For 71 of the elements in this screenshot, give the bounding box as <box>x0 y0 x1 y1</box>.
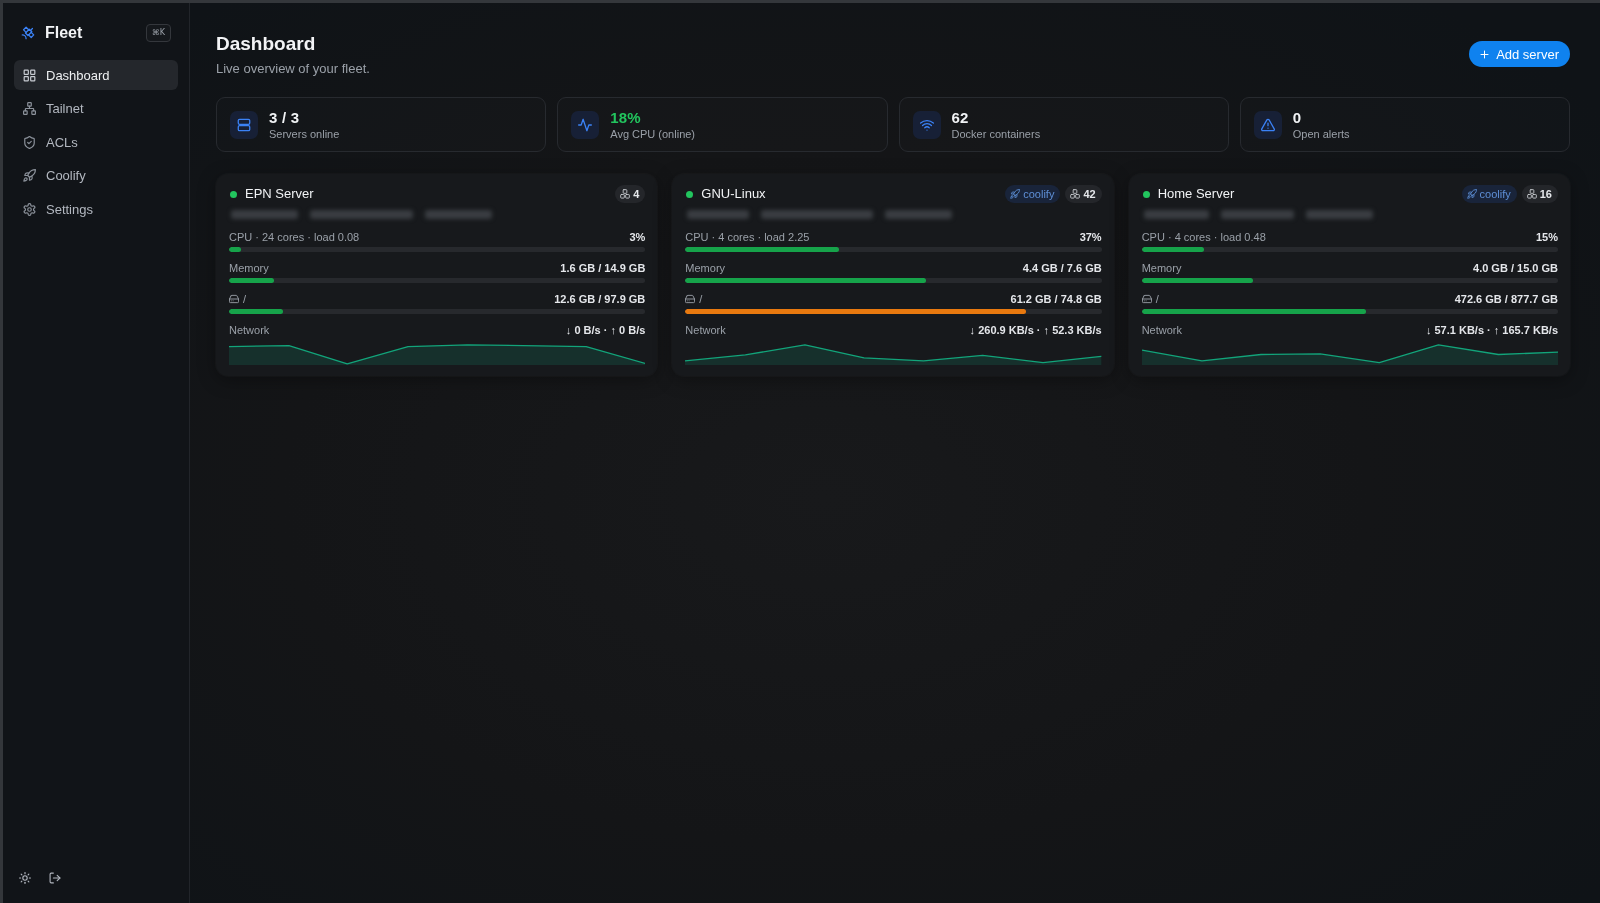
warning-icon <box>1253 110 1282 139</box>
metric-label: Memory <box>685 261 726 275</box>
metric-value: 472.6 GB / 877.7 GB <box>1454 292 1558 306</box>
metric-label: CPU · 4 cores · load 0.48 <box>1141 230 1266 244</box>
network-reading: ↓ 0 B/s · ↑ 0 B/s <box>565 323 646 337</box>
metric-label: Memory <box>1141 261 1182 275</box>
boxes-icon <box>1526 189 1537 199</box>
rocket-icon <box>1466 189 1477 199</box>
server-icon <box>230 110 258 139</box>
metric-value: 3% <box>629 230 646 244</box>
page-title: Dashboard <box>216 32 317 56</box>
network-icon <box>23 102 36 115</box>
sun-icon[interactable] <box>19 872 31 884</box>
tag-label: coolify <box>1479 187 1511 202</box>
metric-value: 4.0 GB / 15.0 GB <box>1473 261 1558 275</box>
brand-name: Fleet <box>45 24 83 42</box>
add-server-button[interactable]: Add server <box>1469 41 1570 67</box>
stat-label: Avg CPU (online) <box>610 127 696 141</box>
metric-label: Network <box>229 323 270 337</box>
nav-item[interactable]: ACLs <box>14 127 178 157</box>
hard-drive-icon <box>229 294 239 304</box>
metric-label: Network <box>685 323 726 337</box>
metric-value: 1.6 GB / 14.9 GB <box>560 261 646 275</box>
hard-drive-icon <box>1141 294 1152 304</box>
boxes-icon <box>1070 189 1081 199</box>
server-name: EPN Server <box>245 186 314 202</box>
rocket-icon <box>23 169 36 182</box>
grid-icon <box>23 68 36 82</box>
metric-value: 12.6 GB / 97.9 GB <box>554 292 646 306</box>
stat-value: 0 <box>1292 108 1302 127</box>
nav-item[interactable]: Tailnet <box>14 93 178 124</box>
metric-label: CPU · 24 cores · load 0.08 <box>229 230 360 244</box>
page-subtitle: Live overview of your fleet. <box>216 60 370 78</box>
network-reading: ↓ 260.9 KB/s · ↑ 52.3 KB/s <box>969 323 1102 337</box>
metric-label: Network <box>1141 323 1182 337</box>
stat-value: 62 <box>951 108 969 127</box>
satellite-icon <box>21 26 35 40</box>
metric-label: / <box>699 292 703 306</box>
shield-icon <box>23 135 36 149</box>
wifi-icon <box>912 110 941 139</box>
nav-item[interactable]: Coolify <box>14 160 178 191</box>
metric-label: / <box>1155 292 1159 306</box>
plus-icon <box>1479 48 1491 60</box>
tag-label: 16 <box>1539 187 1552 202</box>
server-name: Home Server <box>1157 186 1235 202</box>
tag-label: 4 <box>633 187 640 202</box>
stat-label: Open alerts <box>1292 127 1350 141</box>
metric-label: CPU · 4 cores · load 2.25 <box>685 230 810 244</box>
stat-value: 18% <box>610 108 641 127</box>
nav-item[interactable]: Dashboard <box>14 60 178 90</box>
stat-value: 3 / 3 <box>269 108 300 127</box>
server-name: GNU-Linux <box>701 186 766 202</box>
hard-drive-icon <box>685 294 696 304</box>
metric-value: 15% <box>1535 230 1558 244</box>
shortcut-key: ⌘K <box>145 24 171 42</box>
network-reading: ↓ 57.1 KB/s · ↑ 165.7 KB/s <box>1425 323 1558 337</box>
boxes-icon <box>620 189 631 199</box>
tag-label: 42 <box>1083 187 1096 202</box>
stat-label: Docker containers <box>951 127 1041 141</box>
activity-icon <box>571 110 600 139</box>
metric-value: 37% <box>1079 230 1102 244</box>
tag-label: coolify <box>1023 187 1055 202</box>
nav-item[interactable]: Settings <box>14 194 178 224</box>
metric-label: Memory <box>229 261 269 275</box>
rocket-icon <box>1010 189 1021 199</box>
metric-label: / <box>243 292 247 306</box>
logout-icon[interactable] <box>49 872 61 884</box>
metric-value: 4.4 GB / 7.6 GB <box>1022 261 1102 275</box>
settings-icon <box>23 202 36 216</box>
stat-label: Servers online <box>269 127 340 141</box>
metric-value: 61.2 GB / 74.8 GB <box>1010 292 1102 306</box>
